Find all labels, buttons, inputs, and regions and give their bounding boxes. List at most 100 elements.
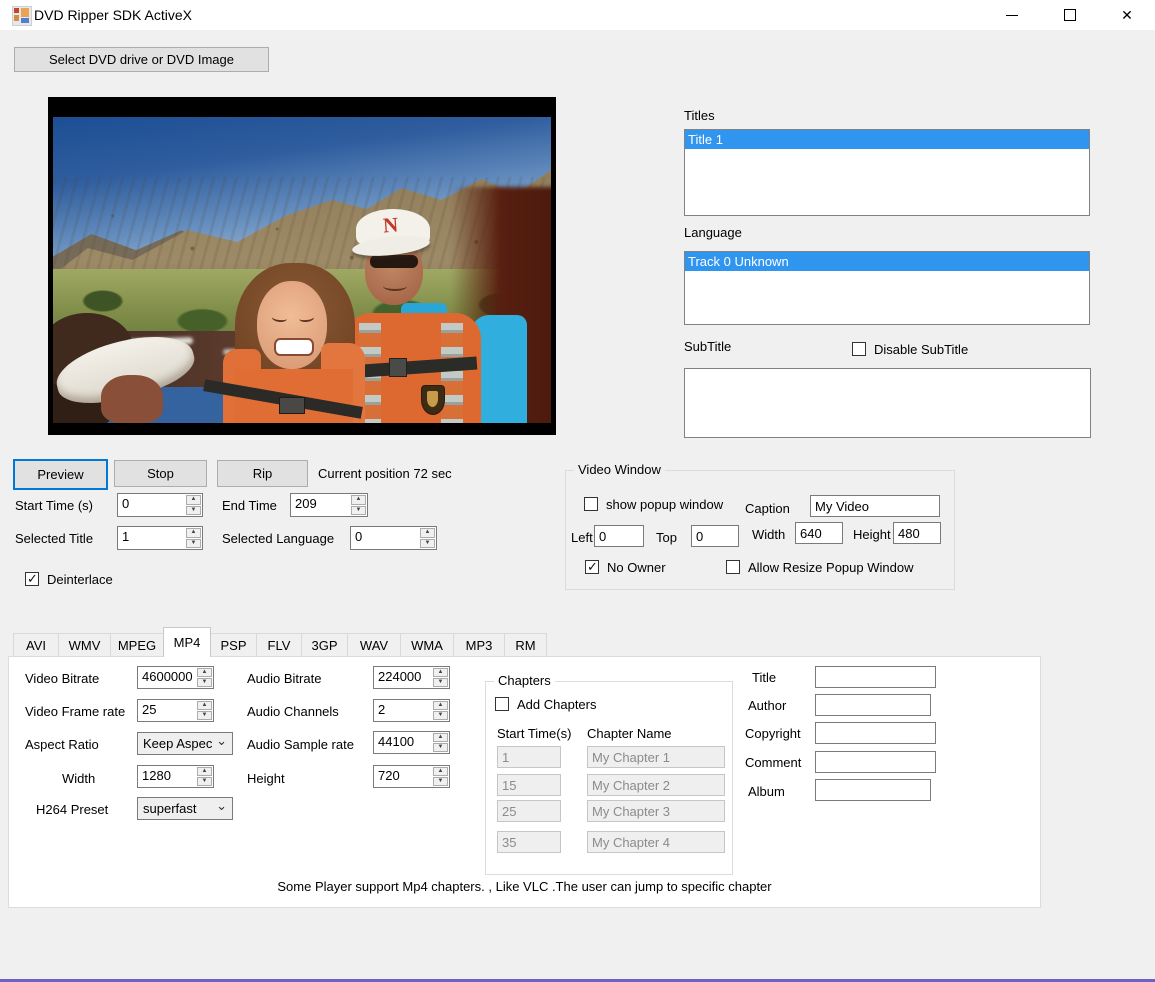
- spin-up-icon[interactable]: ▲: [351, 495, 366, 505]
- spin-down-icon[interactable]: ▼: [197, 777, 212, 786]
- aspect-ratio-dropdown[interactable]: Keep Aspec: [137, 732, 233, 755]
- spin-down-icon[interactable]: ▼: [186, 506, 201, 516]
- audio-channels-value[interactable]: 2: [374, 700, 432, 721]
- language-listbox[interactable]: Track 0 Unknown: [684, 251, 1090, 325]
- spin-up-icon[interactable]: ▲: [186, 528, 201, 538]
- spin-up-icon[interactable]: ▲: [433, 701, 448, 710]
- spin-down-icon[interactable]: ▼: [186, 539, 201, 549]
- chapter-name-input[interactable]: [587, 774, 725, 796]
- tab-flv[interactable]: FLV: [256, 633, 302, 657]
- selected-language-stepper[interactable]: 0 ▲▼: [350, 526, 437, 550]
- titles-listbox[interactable]: Title 1: [684, 129, 1090, 216]
- allow-resize-checkbox[interactable]: [726, 560, 740, 574]
- preview-button[interactable]: Preview: [13, 459, 108, 490]
- tab-mp3[interactable]: MP3: [453, 633, 505, 657]
- spin-up-icon[interactable]: ▲: [433, 668, 448, 677]
- list-item[interactable]: Title 1: [685, 130, 1089, 149]
- list-item[interactable]: Track 0 Unknown: [685, 252, 1089, 271]
- video-bitrate-value[interactable]: 4600000: [138, 667, 196, 688]
- meta-album-input[interactable]: [815, 779, 931, 801]
- spin-up-icon[interactable]: ▲: [186, 495, 201, 505]
- mp4-height-stepper[interactable]: 720 ▲▼: [373, 765, 450, 788]
- tab-mp4[interactable]: MP4: [163, 627, 211, 657]
- deinterlace-checkbox[interactable]: [25, 572, 39, 586]
- chapters-start-column-header: Start Time(s): [497, 726, 571, 741]
- disable-subtitle-checkbox-label: Disable SubTitle: [874, 342, 968, 357]
- spin-down-icon[interactable]: ▼: [197, 678, 212, 687]
- chapter-name-input[interactable]: [587, 746, 725, 768]
- spin-up-icon[interactable]: ▲: [197, 701, 212, 710]
- video-bitrate-stepper[interactable]: 4600000 ▲▼: [137, 666, 214, 689]
- spin-down-icon[interactable]: ▼: [420, 539, 435, 549]
- mp4-height-value[interactable]: 720: [374, 766, 432, 787]
- chapter-name-input[interactable]: [587, 831, 725, 853]
- top-input[interactable]: [691, 525, 739, 547]
- left-input[interactable]: [594, 525, 644, 547]
- tab-psp[interactable]: PSP: [210, 633, 257, 657]
- tab-rm[interactable]: RM: [504, 633, 547, 657]
- audio-bitrate-value[interactable]: 224000: [374, 667, 432, 688]
- meta-title-input[interactable]: [815, 666, 936, 688]
- chapter-start-input[interactable]: [497, 774, 561, 796]
- video-framerate-value[interactable]: 25: [138, 700, 196, 721]
- tab-3gp[interactable]: 3GP: [301, 633, 348, 657]
- tab-wmv[interactable]: WMV: [58, 633, 111, 657]
- spin-up-icon[interactable]: ▲: [433, 733, 448, 742]
- audio-samplerate-value[interactable]: 44100: [374, 732, 432, 753]
- spin-down-icon[interactable]: ▼: [433, 777, 448, 786]
- spin-down-icon[interactable]: ▼: [433, 743, 448, 752]
- start-time-value[interactable]: 0: [118, 494, 185, 516]
- start-time-label: Start Time (s): [15, 498, 93, 513]
- chapter-start-input[interactable]: [497, 800, 561, 822]
- no-owner-checkbox[interactable]: [585, 560, 599, 574]
- h264-preset-dropdown[interactable]: superfast: [137, 797, 233, 820]
- selected-title-stepper[interactable]: 1 ▲▼: [117, 526, 203, 550]
- meta-author-input[interactable]: [815, 694, 931, 716]
- tab-mpeg[interactable]: MPEG: [110, 633, 164, 657]
- add-chapters-checkbox[interactable]: [495, 697, 509, 711]
- spin-down-icon[interactable]: ▼: [351, 506, 366, 516]
- subtitle-listbox[interactable]: [684, 368, 1091, 438]
- stop-button[interactable]: Stop: [114, 460, 207, 487]
- height-input[interactable]: [893, 522, 941, 544]
- meta-comment-input[interactable]: [815, 751, 936, 773]
- selected-language-value[interactable]: 0: [351, 527, 419, 549]
- child-face: [101, 375, 163, 423]
- tab-wav[interactable]: WAV: [347, 633, 401, 657]
- show-popup-checkbox[interactable]: [584, 497, 598, 511]
- end-time-stepper[interactable]: 209 ▲▼: [290, 493, 368, 517]
- end-time-value[interactable]: 209: [291, 494, 350, 516]
- close-button[interactable]: ✕: [1104, 0, 1150, 30]
- select-dvd-button[interactable]: Select DVD drive or DVD Image: [14, 47, 269, 72]
- spin-up-icon[interactable]: ▲: [197, 767, 212, 776]
- mp4-width-value[interactable]: 1280: [138, 766, 196, 787]
- disable-subtitle-checkbox[interactable]: [852, 342, 866, 356]
- width-input[interactable]: [795, 522, 843, 544]
- maximize-button[interactable]: [1047, 0, 1093, 30]
- meta-copyright-input[interactable]: [815, 722, 936, 744]
- rip-button[interactable]: Rip: [217, 460, 308, 487]
- chapter-name-input[interactable]: [587, 800, 725, 822]
- spin-down-icon[interactable]: ▼: [433, 678, 448, 687]
- width-label: Width: [752, 527, 785, 542]
- chevron-down-icon: [216, 808, 227, 810]
- chapter-start-input[interactable]: [497, 831, 561, 853]
- audio-channels-stepper[interactable]: 2 ▲▼: [373, 699, 450, 722]
- mp4-width-stepper[interactable]: 1280 ▲▼: [137, 765, 214, 788]
- spin-up-icon[interactable]: ▲: [197, 668, 212, 677]
- start-time-stepper[interactable]: 0 ▲▼: [117, 493, 203, 517]
- audio-bitrate-stepper[interactable]: 224000 ▲▼: [373, 666, 450, 689]
- spin-down-icon[interactable]: ▼: [433, 711, 448, 720]
- chapter-start-input[interactable]: [497, 746, 561, 768]
- audio-samplerate-stepper[interactable]: 44100 ▲▼: [373, 731, 450, 754]
- video-framerate-stepper[interactable]: 25 ▲▼: [137, 699, 214, 722]
- show-popup-checkbox-label: show popup window: [606, 497, 723, 512]
- caption-input[interactable]: [810, 495, 940, 517]
- tab-wma[interactable]: WMA: [400, 633, 454, 657]
- tab-avi[interactable]: AVI: [13, 633, 59, 657]
- spin-down-icon[interactable]: ▼: [197, 711, 212, 720]
- minimize-button[interactable]: [989, 0, 1035, 30]
- selected-title-value[interactable]: 1: [118, 527, 185, 549]
- spin-up-icon[interactable]: ▲: [420, 528, 435, 538]
- spin-up-icon[interactable]: ▲: [433, 767, 448, 776]
